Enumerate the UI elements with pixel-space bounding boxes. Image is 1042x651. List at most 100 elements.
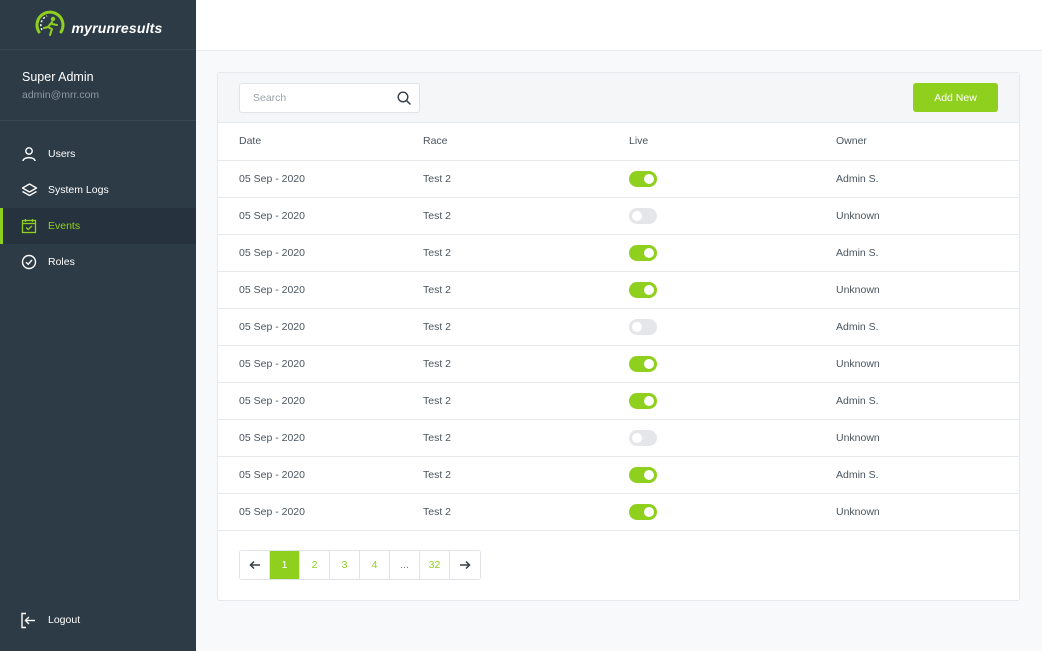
search-icon[interactable] — [389, 91, 419, 105]
events-card: Add New Date Race Live Owner 05 Sep - 20… — [217, 72, 1020, 601]
table-row: 05 Sep - 2020 Test 2 Unknown — [218, 197, 1019, 235]
top-bar — [196, 0, 1042, 51]
toggle-knob — [632, 321, 642, 332]
cell-date: 05 Sep - 2020 — [218, 345, 423, 383]
cell-date: 05 Sep - 2020 — [218, 234, 423, 272]
live-toggle[interactable] — [629, 466, 657, 483]
logo[interactable]: myrunresults — [0, 0, 196, 50]
cell-date: 05 Sep - 2020 — [218, 160, 423, 198]
cell-race: Test 2 — [423, 234, 629, 272]
events-table: Date Race Live Owner 05 Sep - 2020 Test 2… — [218, 123, 1019, 531]
column-header-race[interactable]: Race — [423, 123, 629, 161]
table-row: 05 Sep - 2020 Test 2 Unknown — [218, 345, 1019, 383]
page-button[interactable]: 1 — [270, 551, 300, 579]
table-row: 05 Sep - 2020 Test 2 Unknown — [218, 493, 1019, 531]
sidebar-item-roles[interactable]: Roles — [0, 244, 196, 280]
layers-icon — [20, 181, 38, 199]
cell-owner: Unknown — [836, 493, 1019, 531]
sidebar-item-system-logs[interactable]: System Logs — [0, 172, 196, 208]
calendar-icon — [20, 217, 38, 235]
page-button[interactable]: 4 — [360, 551, 390, 579]
user-profile: Super Admin admin@mrr.com — [0, 50, 196, 121]
cell-race: Test 2 — [423, 345, 629, 383]
toggle-knob — [644, 506, 654, 517]
cell-race: Test 2 — [423, 456, 629, 494]
prev-page-button[interactable] — [240, 551, 270, 579]
runner-logo-icon — [36, 10, 65, 36]
cell-race: Test 2 — [423, 419, 629, 457]
sidebar-nav: Users System Logs Events Roles — [0, 136, 196, 280]
cell-live — [629, 382, 836, 420]
cell-date: 05 Sep - 2020 — [218, 382, 423, 420]
check-circle-icon — [20, 253, 38, 271]
table-row: 05 Sep - 2020 Test 2 Admin S. — [218, 308, 1019, 346]
table-row: 05 Sep - 2020 Test 2 Admin S. — [218, 382, 1019, 420]
sidebar-item-label: Users — [48, 148, 76, 160]
cell-date: 05 Sep - 2020 — [218, 456, 423, 494]
cell-live — [629, 234, 836, 272]
profile-name: Super Admin — [22, 70, 94, 84]
cell-owner: Unknown — [836, 419, 1019, 457]
cell-live — [629, 308, 836, 346]
sidebar-item-label: System Logs — [48, 184, 109, 196]
sidebar-item-events[interactable]: Events — [0, 208, 196, 244]
live-toggle[interactable] — [629, 429, 657, 446]
live-toggle[interactable] — [629, 392, 657, 409]
toggle-knob — [644, 173, 654, 184]
cell-race: Test 2 — [423, 160, 629, 198]
logout-label: Logout — [48, 614, 81, 626]
cell-date: 05 Sep - 2020 — [218, 419, 423, 457]
live-toggle[interactable] — [629, 281, 657, 298]
table-header-row: Date Race Live Owner — [218, 123, 1019, 161]
table-row: 05 Sep - 2020 Test 2 Unknown — [218, 271, 1019, 309]
live-toggle[interactable] — [629, 355, 657, 372]
cell-live — [629, 456, 836, 494]
cell-date: 05 Sep - 2020 — [218, 271, 423, 309]
page-button[interactable]: 2 — [300, 551, 330, 579]
live-toggle[interactable] — [629, 503, 657, 520]
toggle-knob — [644, 358, 654, 369]
next-page-button[interactable] — [450, 551, 480, 579]
toggle-knob — [632, 432, 642, 443]
pagination: 1 2 3 4 ... 32 — [239, 550, 481, 580]
cell-owner: Unknown — [836, 197, 1019, 235]
column-header-owner[interactable]: Owner — [836, 123, 1019, 161]
cell-live — [629, 197, 836, 235]
page-ellipsis: ... — [390, 551, 420, 579]
cell-date: 05 Sep - 2020 — [218, 308, 423, 346]
cell-date: 05 Sep - 2020 — [218, 493, 423, 531]
logout-button[interactable]: Logout — [20, 611, 80, 629]
toggle-knob — [644, 469, 654, 480]
cell-owner: Unknown — [836, 271, 1019, 309]
live-toggle[interactable] — [629, 244, 657, 261]
cell-owner: Admin S. — [836, 382, 1019, 420]
logo-text: myrunresults — [71, 19, 163, 36]
cell-live — [629, 160, 836, 198]
cell-owner: Admin S. — [836, 456, 1019, 494]
cell-race: Test 2 — [423, 197, 629, 235]
search-input[interactable] — [240, 84, 389, 112]
cell-race: Test 2 — [423, 308, 629, 346]
sidebar-item-label: Roles — [48, 256, 75, 268]
live-toggle[interactable] — [629, 318, 657, 335]
page-button[interactable]: 32 — [420, 551, 450, 579]
cell-live — [629, 419, 836, 457]
page-button[interactable]: 3 — [330, 551, 360, 579]
cell-live — [629, 345, 836, 383]
cell-live — [629, 271, 836, 309]
toggle-knob — [632, 210, 642, 221]
add-new-button[interactable]: Add New — [913, 83, 998, 112]
profile-email: admin@mrr.com — [22, 89, 100, 101]
table-row: 05 Sep - 2020 Test 2 Admin S. — [218, 160, 1019, 198]
sidebar-item-label: Events — [48, 220, 81, 232]
sidebar-item-users[interactable]: Users — [0, 136, 196, 172]
logout-icon — [20, 611, 38, 629]
live-toggle[interactable] — [629, 207, 657, 224]
cell-owner: Admin S. — [836, 234, 1019, 272]
live-toggle[interactable] — [629, 170, 657, 187]
toggle-knob — [644, 395, 654, 406]
column-header-live[interactable]: Live — [629, 123, 836, 161]
cell-race: Test 2 — [423, 493, 629, 531]
toggle-knob — [644, 284, 654, 295]
column-header-date[interactable]: Date — [218, 123, 423, 161]
